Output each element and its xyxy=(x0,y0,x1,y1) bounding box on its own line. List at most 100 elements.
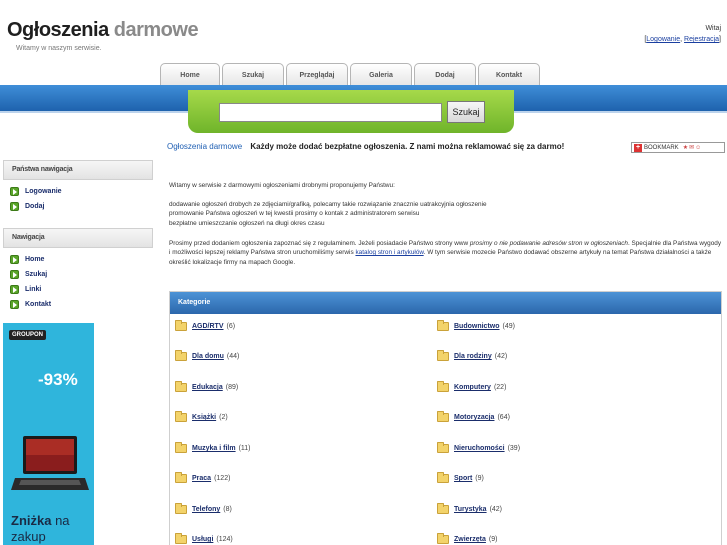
category-item[interactable]: Turystyka (42) xyxy=(437,503,503,514)
category-count: (39) xyxy=(507,445,521,452)
category-item[interactable]: Edukacja (89) xyxy=(175,381,239,392)
sidebar-item-dodaj[interactable]: Dodaj xyxy=(3,199,153,214)
search-panel: Szukaj xyxy=(188,90,514,133)
category-item[interactable]: Zwierzęta (9) xyxy=(437,533,498,544)
category-count: (64) xyxy=(497,414,510,421)
arrow-icon xyxy=(10,187,19,196)
folder-icon xyxy=(437,472,449,483)
login-link[interactable]: Logowanie xyxy=(646,36,680,43)
sidebar-item-label: Home xyxy=(25,256,45,263)
category-count: (44) xyxy=(226,353,240,360)
site-logo[interactable]: Ogłoszenia darmowe xyxy=(7,19,199,42)
arrow-icon xyxy=(10,270,19,279)
category-link[interactable]: Muzyka i film xyxy=(192,445,236,452)
category-item[interactable]: Motoryzacja (64) xyxy=(437,411,510,422)
category-count: (42) xyxy=(494,353,508,360)
categories-panel: Kategorie AGD/RTV (6) Dla domu (44) Edukac… xyxy=(169,291,722,545)
category-link[interactable]: AGD/RTV xyxy=(192,323,224,330)
category-link[interactable]: Nieruchomości xyxy=(454,445,505,452)
tab-kontakt[interactable]: Kontakt xyxy=(478,63,540,87)
category-link[interactable]: Dla rodziny xyxy=(454,353,492,360)
arrow-icon xyxy=(10,255,19,264)
folder-icon xyxy=(437,381,449,392)
folder-icon xyxy=(437,533,449,544)
sidebar-item-szukaj[interactable]: Szukaj xyxy=(3,267,153,282)
sidebar-item-logowanie[interactable]: Logowanie xyxy=(3,184,153,199)
logo-text-main: Ogłoszenia xyxy=(7,19,109,41)
category-link[interactable]: Praca xyxy=(192,475,211,482)
home-crumb-link[interactable]: Ogłoszenia darmowe xyxy=(167,142,242,151)
category-link[interactable]: Telefony xyxy=(192,506,220,513)
plus-icon: + xyxy=(634,143,642,152)
category-link[interactable]: Komputery xyxy=(454,384,491,391)
category-count: (42) xyxy=(489,506,503,513)
bookmark-label: BOOKMARK xyxy=(644,144,679,151)
category-item[interactable]: Dla rodziny (42) xyxy=(437,350,508,361)
sidebar-item-label: Kontakt xyxy=(25,301,52,308)
folder-icon xyxy=(175,503,187,514)
category-link[interactable]: Dla domu xyxy=(192,353,224,360)
category-link[interactable]: Sport xyxy=(454,475,472,482)
category-item[interactable]: Telefony (8) xyxy=(175,503,232,514)
category-item[interactable]: Nieruchomości (39) xyxy=(437,442,521,453)
sidebar-user-nav: Państwa nawigacja Logowanie Dodaj xyxy=(3,160,153,214)
tab-home[interactable]: Home xyxy=(160,63,220,87)
italic-note: prosimy o nie podawanie adresów stron w … xyxy=(469,240,628,247)
logo-text-secondary: darmowe xyxy=(113,19,199,41)
category-count: (49) xyxy=(502,323,515,330)
folder-icon xyxy=(175,350,187,361)
category-item[interactable]: Komputery (22) xyxy=(437,381,506,392)
user-welcome: Witaj [Logowanie, Rejestracja] xyxy=(644,23,721,45)
greeting-text: Witaj xyxy=(705,25,721,32)
folder-icon xyxy=(437,503,449,514)
search-input[interactable] xyxy=(219,103,442,122)
folder-icon xyxy=(175,320,187,331)
folder-icon xyxy=(175,533,187,544)
feature-line: bezpłatne umieszczanie ogłoszeń na długi… xyxy=(169,219,325,227)
category-link[interactable]: Zwierzęta xyxy=(454,536,486,543)
category-item[interactable]: Muzyka i film (11) xyxy=(175,442,251,453)
tab-szukaj[interactable]: Szukaj xyxy=(222,63,284,87)
sidebar-user-nav-title: Państwa nawigacja xyxy=(3,160,153,180)
category-link[interactable]: Książki xyxy=(192,414,216,421)
tab-dodaj[interactable]: Dodaj xyxy=(414,63,476,87)
sidebar-item-linki[interactable]: Linki xyxy=(3,282,153,297)
catalog-link[interactable]: katalog stron i artykułów xyxy=(355,249,423,256)
category-item[interactable]: Sport (9) xyxy=(437,472,484,483)
category-item[interactable]: Usługi (124) xyxy=(175,533,233,544)
category-item[interactable]: Książki (2) xyxy=(175,411,228,422)
sidebar-item-kontakt[interactable]: Kontakt xyxy=(3,297,153,312)
site-tagline: Witamy w naszym serwisie. xyxy=(16,45,102,52)
category-item[interactable]: AGD/RTV (6) xyxy=(175,320,235,331)
tab-galeria[interactable]: Galeria xyxy=(350,63,412,87)
bookmark-button[interactable]: + BOOKMARK ★✉☺ xyxy=(631,142,725,153)
category-count: (9) xyxy=(488,536,498,543)
banner-caption: Zniżka na zakup xyxy=(11,513,70,544)
folder-icon xyxy=(175,442,187,453)
sidebar-main-nav-title: Nawigacja xyxy=(3,228,153,248)
category-count: (122) xyxy=(214,475,231,482)
category-count: (89) xyxy=(225,384,239,391)
sidebar-item-home[interactable]: Home xyxy=(3,252,153,267)
category-item[interactable]: Dla domu (44) xyxy=(175,350,240,361)
categories-title: Kategorie xyxy=(170,292,721,314)
search-button[interactable]: Szukaj xyxy=(447,101,485,123)
category-count: (11) xyxy=(238,445,251,452)
category-item[interactable]: Budownictwo (49) xyxy=(437,320,515,331)
category-link[interactable]: Motoryzacja xyxy=(454,414,494,421)
register-link[interactable]: Rejestracja xyxy=(684,36,719,43)
category-link[interactable]: Edukacja xyxy=(192,384,223,391)
category-link[interactable]: Usługi xyxy=(192,536,213,543)
sidebar-item-label: Szukaj xyxy=(25,271,48,278)
folder-icon xyxy=(175,381,187,392)
groupon-ad-banner[interactable]: GROUPON -93% Zniżka na zakup xyxy=(3,323,94,545)
groupon-logo: GROUPON xyxy=(9,330,47,340)
category-item[interactable]: Praca (122) xyxy=(175,472,231,483)
auth-links: [Logowanie, Rejestracja] xyxy=(644,36,721,43)
sidebar-main-nav: Nawigacja Home Szukaj Linki Kontakt xyxy=(3,228,153,312)
category-link[interactable]: Budownictwo xyxy=(454,323,500,330)
category-link[interactable]: Turystyka xyxy=(454,506,487,513)
arrow-icon xyxy=(10,300,19,309)
intro-text: Witamy w serwisie z darmowymi ogłoszenia… xyxy=(169,182,395,189)
tab-przegladaj[interactable]: Przeglądaj xyxy=(286,63,348,87)
